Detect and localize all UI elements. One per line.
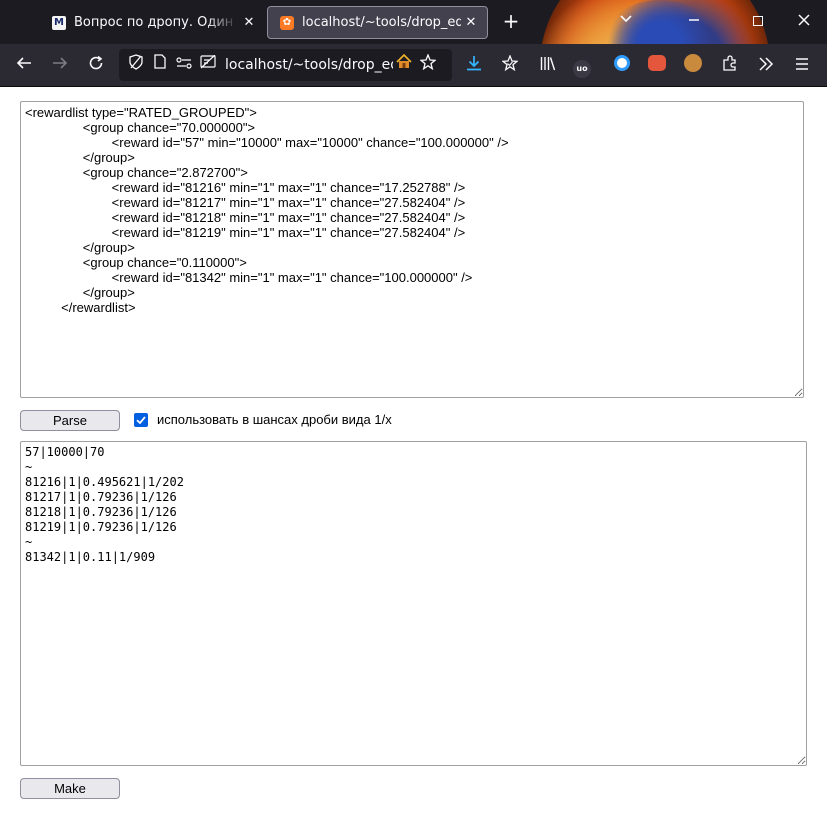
star-icon[interactable] bbox=[417, 53, 439, 76]
close-window-icon[interactable] bbox=[792, 9, 816, 33]
back-icon[interactable] bbox=[10, 52, 38, 80]
permissions-icon[interactable] bbox=[173, 54, 195, 76]
library-icon[interactable] bbox=[536, 54, 560, 78]
localhost-favicon-icon: ✿ bbox=[280, 15, 294, 30]
navigation-toolbar: localhost/~tools/drop_ed/? uo bbox=[0, 44, 827, 87]
reload-icon[interactable] bbox=[82, 52, 110, 80]
tab-inactive[interactable]: M Вопрос по дропу. Один предмет ✕ bbox=[40, 6, 265, 39]
hamburger-icon[interactable] bbox=[790, 54, 814, 78]
minimize-icon[interactable] bbox=[682, 9, 706, 33]
extension-face-icon[interactable] bbox=[645, 54, 669, 78]
shield-icon[interactable] bbox=[125, 54, 147, 76]
ublock-label: uo bbox=[573, 60, 591, 78]
ublock-icon[interactable]: uo bbox=[570, 54, 594, 78]
make-button[interactable]: Make bbox=[20, 778, 120, 799]
close-tab-icon[interactable]: ✕ bbox=[239, 15, 259, 30]
url-bar[interactable]: localhost/~tools/drop_ed/? bbox=[119, 49, 452, 81]
pocket-icon[interactable] bbox=[498, 54, 522, 78]
extension-circle-icon[interactable] bbox=[610, 54, 634, 78]
url-text[interactable]: localhost/~tools/drop_ed/? bbox=[225, 57, 393, 73]
xml-input-textarea[interactable] bbox=[20, 101, 804, 398]
close-tab-icon[interactable]: ✕ bbox=[461, 15, 481, 30]
chevron-down-icon[interactable] bbox=[620, 12, 632, 26]
fraction-checkbox[interactable] bbox=[134, 413, 148, 427]
puzzle-icon[interactable] bbox=[718, 54, 742, 78]
reader-icon[interactable] bbox=[197, 54, 219, 76]
tab-title: localhost/~tools/drop_ed/? bbox=[302, 15, 461, 30]
tab-active[interactable]: ✿ localhost/~tools/drop_ed/? ✕ bbox=[267, 6, 488, 39]
new-tab-button[interactable]: + bbox=[500, 10, 522, 34]
fraction-checkbox-label: использовать в шансах дроби вида 1/x bbox=[157, 412, 392, 427]
result-output-textarea[interactable] bbox=[20, 441, 807, 766]
extension-monkey-icon[interactable] bbox=[681, 54, 705, 78]
maximize-icon[interactable] bbox=[746, 9, 770, 33]
tab-bar: M Вопрос по дропу. Один предмет ✕ ✿ loca… bbox=[0, 0, 827, 44]
download-icon[interactable] bbox=[462, 54, 486, 78]
page-icon[interactable] bbox=[149, 54, 171, 76]
home-icon[interactable] bbox=[393, 53, 415, 76]
parse-button[interactable]: Parse bbox=[20, 410, 120, 431]
forward-icon[interactable] bbox=[46, 52, 74, 80]
site-favicon-icon: M bbox=[52, 15, 66, 30]
tab-title: Вопрос по дропу. Один предмет bbox=[74, 15, 239, 30]
chevrons-right-icon[interactable] bbox=[754, 54, 778, 78]
